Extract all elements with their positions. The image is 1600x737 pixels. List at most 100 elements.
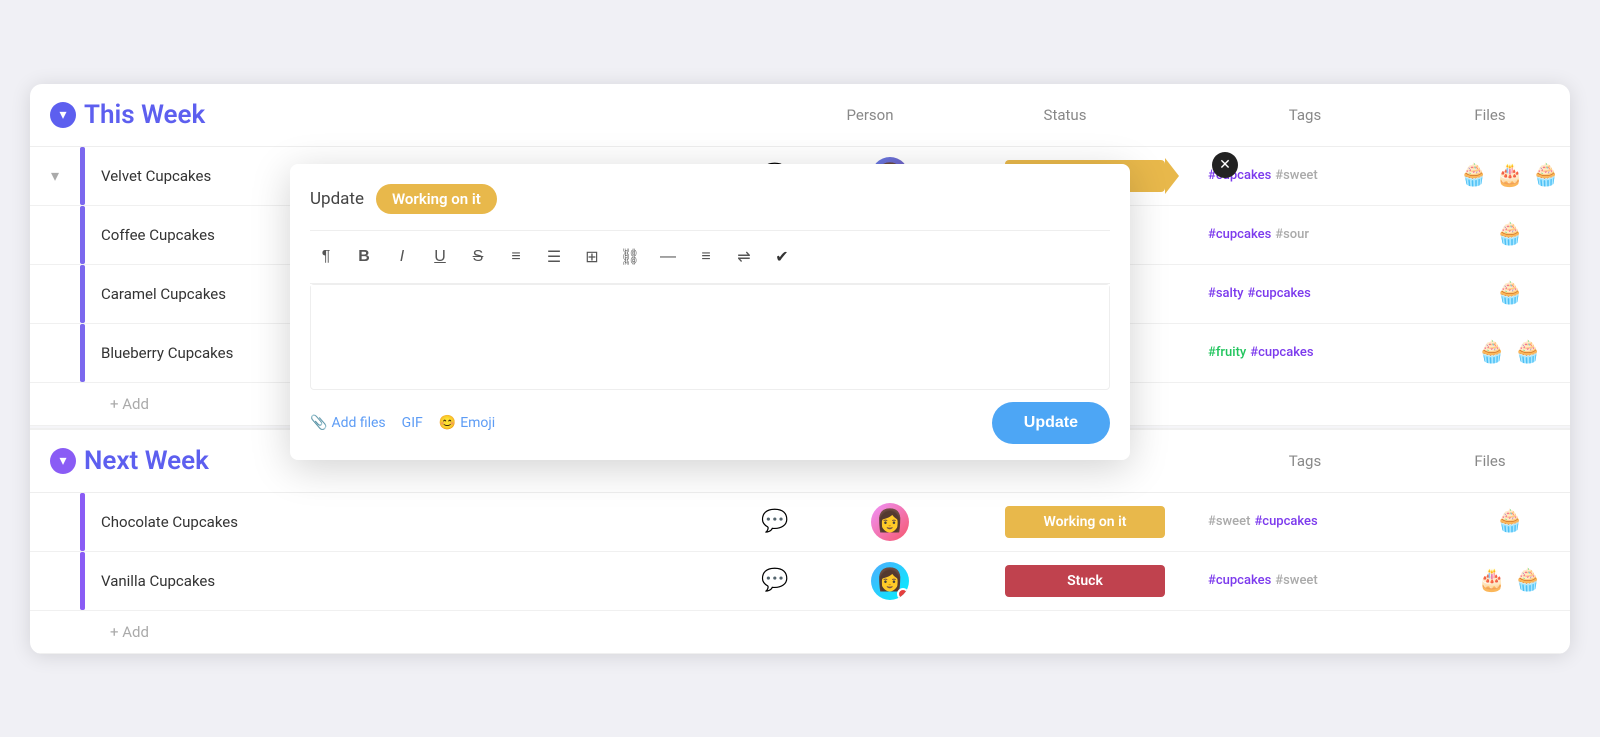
add-task-next-week[interactable]: + Add	[30, 611, 1570, 654]
col-header-files: Files	[1430, 106, 1550, 124]
file-thumb[interactable]: 🧁	[1494, 219, 1526, 251]
emoji-label: Emoji	[460, 415, 495, 431]
file-thumb[interactable]: 🧁	[1530, 160, 1562, 192]
comment-cell[interactable]: 💬	[740, 565, 810, 597]
col-header-person: Person	[790, 106, 950, 124]
tag[interactable]: #sweet	[1208, 514, 1250, 529]
task-row: Vanilla Cupcakes 💬 👩 Stuck #cupcakes #sw…	[30, 552, 1570, 611]
file-thumb[interactable]: 🧁	[1494, 506, 1526, 538]
add-files-label: Add files	[331, 415, 385, 431]
emoji-action[interactable]: 😊 Emoji	[439, 415, 495, 431]
add-files-action[interactable]: 📎 Add files	[310, 415, 386, 431]
toolbar-bold[interactable]: B	[348, 241, 380, 273]
add-label: + Add	[110, 395, 149, 413]
close-icon[interactable]: ✕	[1212, 152, 1238, 178]
toolbar-italic[interactable]: I	[386, 241, 418, 273]
tags-cell: #cupcakes #sweet	[1200, 573, 1450, 588]
file-thumb[interactable]: 🧁	[1494, 278, 1526, 310]
popup-header: Update Working on it	[310, 184, 1110, 214]
files-cell: 🎂 🧁	[1450, 565, 1570, 597]
files-cell: 🧁	[1450, 278, 1570, 310]
col-header-files-nw: Files	[1430, 452, 1550, 470]
status-cell[interactable]: Stuck	[970, 565, 1200, 597]
comment-icon[interactable]: 💬	[759, 506, 791, 538]
next-week-chevron[interactable]: ▾	[50, 448, 76, 474]
gif-label: GIF	[402, 415, 423, 431]
tags-cell: #cupcakes #sour	[1200, 227, 1450, 242]
chevron-down-icon: ▾	[59, 107, 66, 123]
add-label: + Add	[110, 623, 149, 641]
tag[interactable]: #sweet	[1275, 168, 1317, 183]
col-header-tags-nw: Tags	[1180, 452, 1430, 470]
person-cell: 👩	[810, 503, 970, 541]
status-arrow	[1165, 158, 1179, 194]
paperclip-icon: 📎	[310, 415, 327, 431]
file-thumb[interactable]: 🧁	[1476, 337, 1508, 369]
files-cell: 🧁	[1450, 219, 1570, 251]
emoji-icon: 😊	[439, 415, 456, 431]
toolbar-indent[interactable]: ⇌	[728, 241, 760, 273]
row-indent: ▾	[30, 166, 80, 185]
popup-update-label: Update	[310, 189, 364, 209]
tags-cell: #salty #cupcakes	[1200, 286, 1450, 301]
status-badge[interactable]: Working on it	[1005, 506, 1165, 538]
person-cell: 👩	[810, 562, 970, 600]
toolbar-check[interactable]: ✔	[766, 241, 798, 273]
row-collapse-icon[interactable]: ▾	[51, 166, 59, 185]
editor-area[interactable]	[311, 285, 1109, 385]
this-week-header: ▾ This Week Person Status Tags Files	[30, 84, 1570, 147]
toolbar: ¶ B I U S ≡ ☰ ⊞ ⛓ — ≡ ⇌ ✔	[310, 230, 1110, 284]
popup-status-label: Working on it	[376, 184, 497, 214]
toolbar-hr[interactable]: —	[652, 241, 684, 273]
tag[interactable]: #salty	[1208, 286, 1244, 301]
status-cell[interactable]: Working on it	[970, 506, 1200, 538]
file-thumb[interactable]: 🧁	[1512, 337, 1544, 369]
col-header-tags: Tags	[1180, 106, 1430, 124]
tags-cell: #fruity #cupcakes	[1200, 345, 1450, 360]
tag[interactable]: #cupcakes	[1248, 286, 1311, 301]
this-week-chevron[interactable]: ▾	[50, 102, 76, 128]
update-button[interactable]: Update	[992, 402, 1110, 444]
toolbar-strikethrough[interactable]: S	[462, 241, 494, 273]
tag[interactable]: #cupcakes	[1250, 345, 1313, 360]
column-headers: Person Status Tags Files	[790, 106, 1550, 124]
task-name: Vanilla Cupcakes	[85, 572, 740, 590]
col-header-status: Status	[950, 106, 1180, 124]
toolbar-link[interactable]: ⛓	[614, 241, 646, 273]
status-badge[interactable]: Stuck	[1005, 565, 1165, 597]
file-thumb[interactable]: 🎂	[1476, 565, 1508, 597]
file-thumb[interactable]: 🧁	[1458, 160, 1490, 192]
tags-cell: #sweet #cupcakes	[1200, 514, 1450, 529]
tag[interactable]: #fruity	[1208, 345, 1246, 360]
tags-cell: #cupcakes #sweet	[1200, 168, 1450, 183]
tag[interactable]: #sour	[1275, 227, 1309, 242]
task-name: Chocolate Cupcakes	[85, 513, 740, 531]
toolbar-table[interactable]: ⊞	[576, 241, 608, 273]
toolbar-paragraph[interactable]: ¶	[310, 241, 342, 273]
next-week-title: Next Week	[84, 446, 209, 476]
files-cell: 🧁 🧁	[1450, 337, 1570, 369]
toolbar-align[interactable]: ≡	[690, 241, 722, 273]
toolbar-ordered-list[interactable]: ≡	[500, 241, 532, 273]
avatar: 👩	[871, 503, 909, 541]
files-cell: 🧁 🎂 🧁	[1450, 160, 1570, 192]
comment-cell[interactable]: 💬	[740, 506, 810, 538]
file-thumb[interactable]: 🧁	[1512, 565, 1544, 597]
tag[interactable]: #cupcakes	[1208, 573, 1271, 588]
this-week-title: This Week	[84, 100, 205, 130]
gif-action[interactable]: GIF	[402, 415, 423, 431]
chevron-down-icon: ▾	[59, 453, 66, 469]
update-popup: Update Working on it ¶ B I U S ≡ ☰ ⊞ ⛓ —…	[290, 164, 1130, 460]
tag[interactable]: #cupcakes	[1254, 514, 1317, 529]
app-container: ▾ This Week Person Status Tags Files ▾ V…	[30, 84, 1570, 654]
editor-wrapper	[310, 284, 1110, 390]
task-row: Chocolate Cupcakes 💬 👩 Working on it #sw…	[30, 493, 1570, 552]
toolbar-underline[interactable]: U	[424, 241, 456, 273]
popup-footer: 📎 Add files GIF 😊 Emoji Update	[310, 402, 1110, 444]
tag[interactable]: #cupcakes	[1208, 227, 1271, 242]
tag[interactable]: #sweet	[1275, 573, 1317, 588]
avatar: 👩	[871, 562, 909, 600]
toolbar-unordered-list[interactable]: ☰	[538, 241, 570, 273]
comment-icon[interactable]: 💬	[759, 565, 791, 597]
file-thumb[interactable]: 🎂	[1494, 160, 1526, 192]
